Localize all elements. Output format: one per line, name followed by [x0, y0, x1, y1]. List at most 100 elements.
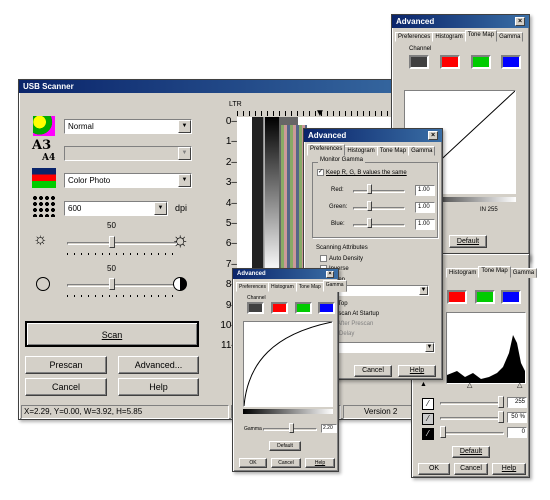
chevron-down-icon[interactable]: ▼ [178, 174, 191, 187]
ok-button[interactable]: OK [418, 463, 450, 475]
gamma-gradient [243, 409, 333, 414]
channel-black-button[interactable] [247, 302, 264, 314]
tab-gamma[interactable]: Gamma [509, 268, 538, 278]
title-bar: Advanced × [304, 129, 442, 142]
tab-histogram[interactable]: Histogram [446, 268, 480, 278]
channel-blue-button[interactable] [501, 290, 521, 304]
green-value[interactable]: 1.00 [415, 202, 435, 213]
grayscale-strip [265, 117, 279, 273]
help-button[interactable]: Help [305, 458, 335, 468]
black-slider[interactable] [440, 426, 446, 438]
green-label: Green: [329, 204, 348, 210]
tab-gamma[interactable]: Gamma [322, 280, 347, 292]
profile-select[interactable]: Normal ▼ [64, 119, 192, 134]
prescan-startup-label: rescan At Startup [333, 311, 380, 317]
cancel-button[interactable]: Cancel [354, 365, 392, 377]
monitor-gamma-group: Monitor Gamma ✓ Keep R, G, B values the s… [312, 157, 438, 238]
help-button[interactable]: Help [118, 378, 199, 396]
channel-blue-button[interactable] [501, 55, 521, 69]
close-icon[interactable]: × [515, 17, 525, 26]
brightness-slider[interactable] [109, 236, 115, 248]
eyedropper-white-icon[interactable]: ⁄ [422, 398, 434, 410]
scanning-attributes-label: Scanning Attributes [316, 245, 368, 251]
advanced-gamma-window: Advanced × Preferences Histogram Tone Map… [232, 268, 347, 472]
ruler-number: 1– [225, 136, 237, 148]
brightness-high-icon: ☼ [171, 229, 190, 251]
prescan-button[interactable]: Prescan [25, 356, 107, 374]
gray-slider[interactable] [498, 411, 504, 423]
dpi-unit: dpi [175, 203, 188, 213]
tab-preferences[interactable]: Preferences [395, 32, 434, 42]
paper-size-select[interactable]: ▼ [64, 146, 192, 161]
tab-tone-map[interactable]: Tone Map [295, 282, 324, 292]
contrast-track [67, 284, 177, 287]
advanced-button[interactable]: Advanced... [118, 356, 199, 374]
chevron-down-icon[interactable]: ▼ [154, 202, 167, 215]
histogram-shape [447, 335, 525, 383]
channel-green-button[interactable] [295, 302, 312, 314]
delay-select[interactable]: ▼ [331, 342, 435, 353]
channel-black-button[interactable] [409, 55, 429, 69]
white-value[interactable]: 255 [507, 397, 527, 408]
cancel-button[interactable]: Cancel [25, 378, 107, 396]
white-slider[interactable] [498, 396, 504, 408]
ok-button[interactable]: OK [239, 458, 267, 468]
help-button[interactable]: Help [492, 463, 526, 475]
channel-green-button[interactable] [475, 290, 495, 304]
gray-value[interactable]: 50 % [507, 412, 527, 423]
tab-gamma[interactable]: Gamma [496, 32, 524, 42]
tab-histogram[interactable]: Histogram [344, 146, 378, 156]
black-track [440, 432, 504, 435]
color-mode-select[interactable]: Color Photo ▼ [64, 173, 192, 188]
default-button[interactable]: Default [269, 441, 301, 451]
red-slider[interactable] [367, 184, 372, 194]
blue-label: Blue: [331, 221, 345, 227]
tab-gamma[interactable]: Gamma [408, 146, 436, 156]
green-slider[interactable] [367, 201, 372, 211]
ruler-number: 4– [225, 197, 237, 209]
dpi-select[interactable]: 600 ▼ [64, 201, 168, 216]
keep-rgb-checkbox[interactable]: ✓ Keep R, G, B values the same [317, 169, 407, 176]
contrast-slider[interactable] [109, 278, 115, 290]
channel-red-button[interactable] [271, 302, 288, 314]
gamma-slider[interactable] [289, 423, 294, 433]
chevron-down-icon[interactable]: ▼ [425, 343, 434, 352]
scan-button[interactable]: Scan [25, 321, 199, 347]
contrast-ticks [67, 295, 177, 297]
tab-tone-map[interactable]: Tone Map [464, 30, 498, 42]
gamma-value[interactable]: 2.20 [321, 424, 337, 433]
cancel-button[interactable]: Cancel [271, 458, 301, 468]
tab-histogram[interactable]: Histogram [267, 282, 297, 292]
ruler-number: 5– [225, 218, 237, 229]
chevron-down-icon[interactable]: ▼ [178, 120, 191, 133]
tab-tone-map[interactable]: Tone Map [478, 266, 511, 278]
tab-tone-map[interactable]: Tone Map [376, 146, 410, 156]
chevron-down-icon[interactable]: ▼ [419, 286, 428, 295]
black-value[interactable]: 0 [507, 427, 527, 438]
tab-histogram[interactable]: Histogram [432, 32, 466, 42]
auto-density-checkbox[interactable]: Auto Density [320, 255, 363, 262]
default-button[interactable]: Default [452, 446, 490, 458]
eyedropper-gray-icon[interactable]: ⁄ [422, 413, 434, 425]
in-label: IN 255 [480, 207, 498, 213]
close-icon[interactable]: × [326, 270, 334, 278]
delay-label: Delay [339, 331, 355, 337]
blue-slider[interactable] [367, 218, 372, 228]
channel-red-button[interactable] [447, 290, 467, 304]
channel-blue-button[interactable] [318, 302, 335, 314]
default-button[interactable]: Default [449, 235, 487, 248]
chevron-down-icon[interactable]: ▼ [178, 147, 191, 160]
gamma-curve [243, 321, 333, 407]
blue-value[interactable]: 1.00 [415, 219, 435, 230]
brightness-ticks [67, 253, 177, 255]
cancel-button[interactable]: Cancel [454, 463, 488, 475]
close-icon[interactable]: × [428, 131, 438, 140]
red-value[interactable]: 1.00 [415, 185, 435, 196]
channel-red-button[interactable] [440, 55, 460, 69]
help-button[interactable]: Help [398, 365, 436, 377]
eyedropper-black-icon[interactable]: ⁄ [422, 428, 434, 440]
tab-preferences[interactable]: Preferences [236, 282, 269, 292]
channel-label: Channel [247, 295, 266, 301]
tab-preferences[interactable]: Preferences [307, 144, 346, 156]
channel-green-button[interactable] [471, 55, 491, 69]
